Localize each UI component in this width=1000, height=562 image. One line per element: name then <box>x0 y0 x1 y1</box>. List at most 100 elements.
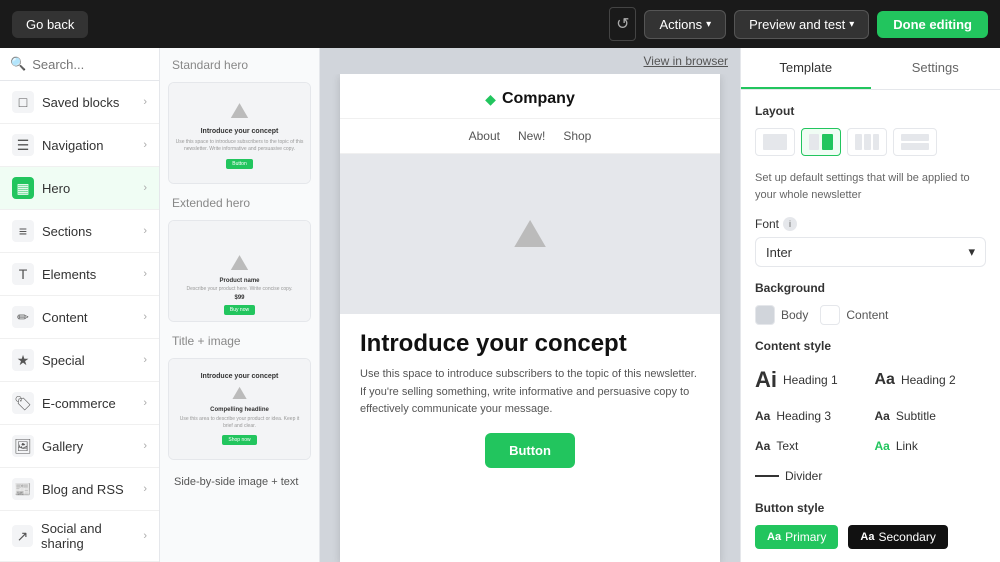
email-nav: About New! Shop <box>340 119 720 154</box>
hero-icon: ▦ <box>12 177 34 199</box>
view-in-browser-link[interactable]: View in browser <box>644 54 728 68</box>
bg-content-label: Content <box>846 308 888 322</box>
heading1-label: Heading 1 <box>783 373 838 387</box>
sidebar-item-gallery[interactable]: 🖼 Gallery › <box>0 425 159 468</box>
go-back-button[interactable]: Go back <box>12 11 88 38</box>
actions-button[interactable]: Actions ▾ <box>644 10 726 39</box>
tab-settings[interactable]: Settings <box>871 48 1000 89</box>
sections-icon: ≡ <box>12 220 34 242</box>
topbar-right: ↺ Actions ▾ Preview and test ▾ Done edit… <box>609 7 988 41</box>
style-heading3[interactable]: Aa Heading 3 <box>755 405 867 427</box>
email-header: ◆ Company <box>340 74 720 119</box>
sidebar-item-sections[interactable]: ≡ Sections › <box>0 210 159 253</box>
company-diamond-icon: ◆ <box>485 91 496 108</box>
search-icon: 🔍 <box>10 56 26 72</box>
heading3-label: Heading 3 <box>776 409 831 423</box>
bg-body-label: Body <box>781 308 808 322</box>
button-style-label: Button style <box>755 501 986 515</box>
title-image-card[interactable]: Introduce your concept ⛰ Compelling head… <box>168 358 311 460</box>
heading3-preview: Aa <box>755 409 770 423</box>
sidebar-item-special[interactable]: ★ Special › <box>0 339 159 382</box>
text-label: Text <box>776 439 798 453</box>
blog-rss-chevron-icon: › <box>143 483 147 495</box>
hero-body-text: Use this space to introduce subscribers … <box>360 366 700 419</box>
bg-content-swatch[interactable] <box>820 305 840 325</box>
gallery-icon: 🖼 <box>12 435 34 457</box>
preview-chevron-icon: ▾ <box>849 19 854 30</box>
layout-opt-3[interactable] <box>847 128 887 156</box>
email-preview: ◆ Company About New! Shop ⛰ Introduce yo… <box>340 74 720 562</box>
layout-options <box>755 128 986 156</box>
email-hero-image: ⛰ <box>340 154 720 314</box>
canvas-topbar: View in browser <box>320 48 740 74</box>
layout-section-title: Layout <box>755 104 986 118</box>
ecommerce-icon: 🏷 <box>12 392 34 414</box>
style-heading1[interactable]: Ai Heading 1 <box>755 363 867 397</box>
blog-rss-icon: 📰 <box>12 478 34 500</box>
subtitle-label: Subtitle <box>896 409 936 423</box>
style-link[interactable]: Aa Link <box>875 435 987 457</box>
bg-content-item: Content <box>820 305 888 325</box>
nav-new: New! <box>518 129 545 143</box>
navigation-chevron-icon: › <box>143 139 147 151</box>
hero-button[interactable]: Button <box>485 433 575 468</box>
history-icon[interactable]: ↺ <box>609 7 636 41</box>
right-tabs: Template Settings <box>741 48 1000 90</box>
font-select[interactable]: Inter ▾ <box>755 237 986 267</box>
side-by-side-label: Side-by-side image + text <box>168 470 311 492</box>
sidebar-item-ecommerce[interactable]: 🏷 E-commerce › <box>0 382 159 425</box>
tmpl-extended-mountain-icon: ⛰ <box>230 250 248 276</box>
actions-chevron-icon: ▾ <box>706 19 711 30</box>
nav-shop: Shop <box>563 129 591 143</box>
btn-style-secondary[interactable]: Aa Secondary <box>848 525 947 549</box>
tab-template[interactable]: Template <box>741 48 871 89</box>
elements-chevron-icon: › <box>143 268 147 280</box>
sidebar-item-navigation[interactable]: ☰ Navigation › <box>0 124 159 167</box>
search-input[interactable] <box>32 57 149 72</box>
sections-chevron-icon: › <box>143 225 147 237</box>
sidebar-item-social-sharing[interactable]: ↗ Social and sharing › <box>0 511 159 562</box>
canvas-area: View in browser ◆ Company About New! Sho… <box>320 48 740 562</box>
layout-opt-4[interactable] <box>893 128 937 156</box>
button-style-section: Button style Aa Primary Aa Secondary <box>755 501 986 549</box>
layout-opt-2[interactable] <box>801 128 841 156</box>
style-divider[interactable]: Divider <box>755 465 986 487</box>
font-chevron-icon: ▾ <box>968 244 975 260</box>
nav-about: About <box>469 129 500 143</box>
extended-hero-card[interactable]: ⛰ Product name Describe your product her… <box>168 220 311 322</box>
style-subtitle[interactable]: Aa Subtitle <box>875 405 987 427</box>
hero-headline: Introduce your concept <box>360 330 700 358</box>
gallery-chevron-icon: › <box>143 440 147 452</box>
sidebar-item-content[interactable]: ✏ Content › <box>0 296 159 339</box>
bg-body-swatch[interactable] <box>755 305 775 325</box>
style-text[interactable]: Aa Text <box>755 435 867 457</box>
standard-hero-card[interactable]: ⛰ Introduce your concept Use this space … <box>168 82 311 184</box>
sidebar-item-blog-rss[interactable]: 📰 Blog and RSS › <box>0 468 159 511</box>
elements-icon: T <box>12 263 34 285</box>
tmpl-mountain-icon: ⛰ <box>230 98 248 124</box>
ecommerce-chevron-icon: › <box>143 397 147 409</box>
layout-opt-1[interactable] <box>755 128 795 156</box>
standard-hero-label: Standard hero <box>168 56 311 74</box>
background-section: Background Body Content <box>755 281 986 325</box>
navigation-icon: ☰ <box>12 134 34 156</box>
template-panel: Standard hero ⛰ Introduce your concept U… <box>160 48 320 562</box>
sidebar-item-saved-blocks[interactable]: □ Saved blocks › <box>0 81 159 124</box>
special-icon: ★ <box>12 349 34 371</box>
sidebar-item-hero[interactable]: ▦ Hero › <box>0 167 159 210</box>
preview-button[interactable]: Preview and test ▾ <box>734 10 869 39</box>
content-icon: ✏ <box>12 306 34 328</box>
right-panel-content: Layout Set up default settings that will… <box>741 90 1000 562</box>
style-heading2[interactable]: Aa Heading 2 <box>875 363 987 397</box>
done-editing-button[interactable]: Done editing <box>877 11 988 38</box>
font-section: Font i Inter ▾ <box>755 217 986 267</box>
content-chevron-icon: › <box>143 311 147 323</box>
link-label: Link <box>896 439 918 453</box>
divider-label: Divider <box>785 469 822 483</box>
search-bar: 🔍 <box>0 48 159 81</box>
sidebar-item-elements[interactable]: T Elements › <box>0 253 159 296</box>
heading2-preview: Aa <box>875 371 895 389</box>
layout-desc: Set up default settings that will be app… <box>755 170 986 203</box>
left-sidebar: 🔍 □ Saved blocks › ☰ Navigation › ▦ Hero… <box>0 48 160 562</box>
btn-style-primary[interactable]: Aa Primary <box>755 525 838 549</box>
